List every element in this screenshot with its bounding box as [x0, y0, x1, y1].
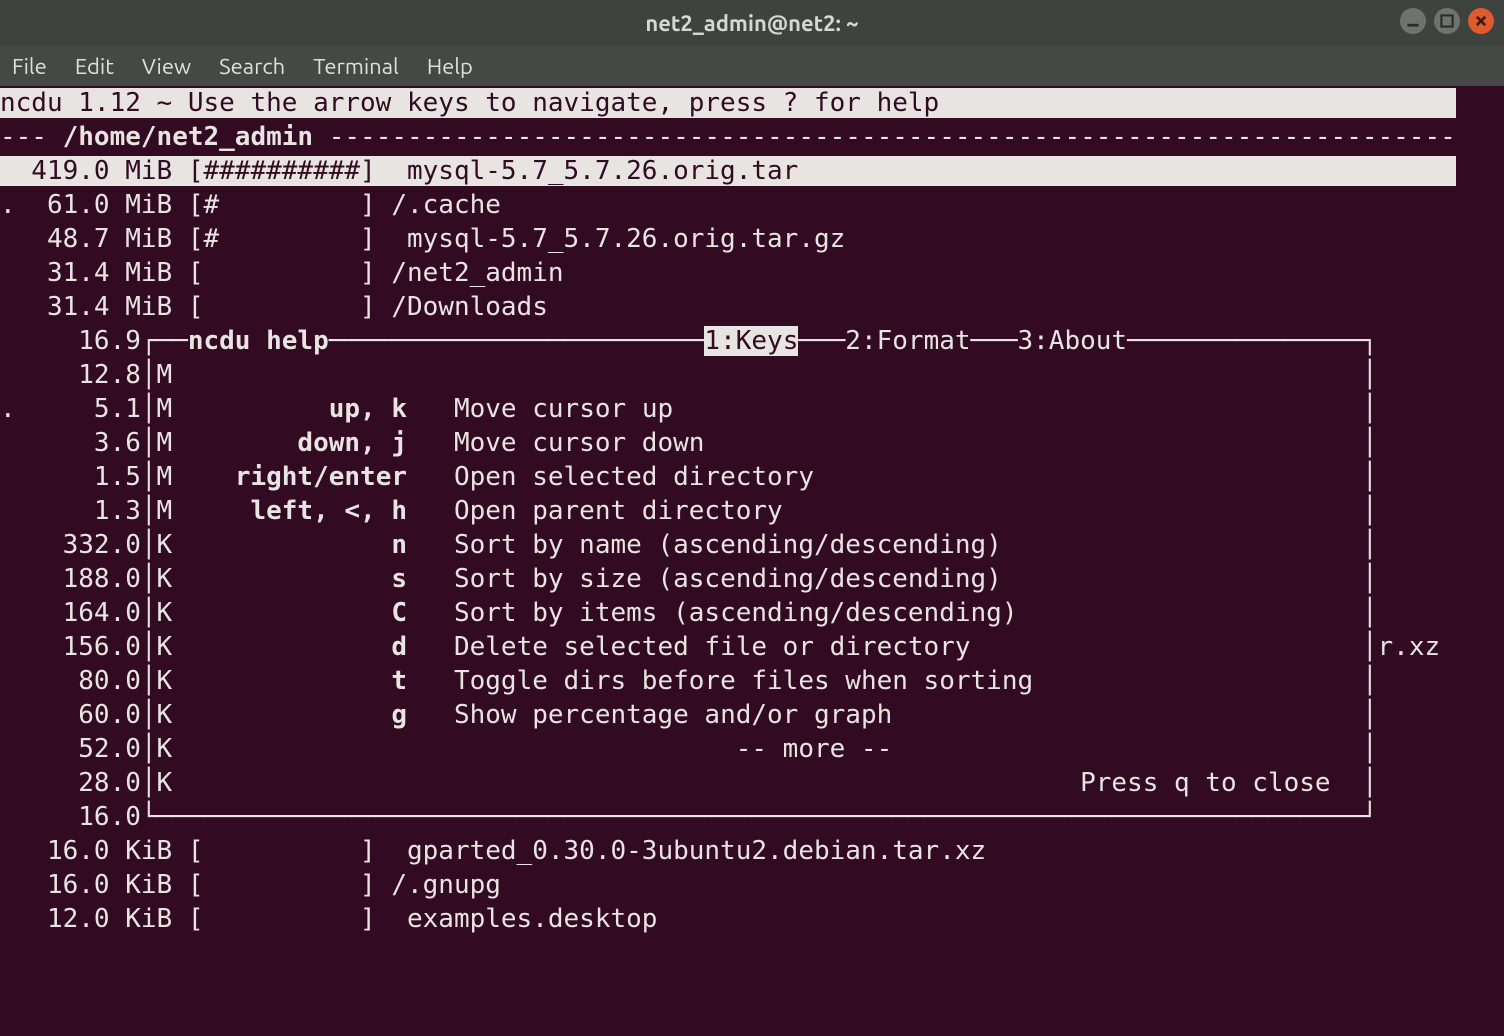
minimize-button[interactable]: [1400, 8, 1426, 34]
menu-help[interactable]: Help: [427, 54, 473, 79]
maximize-button[interactable]: [1434, 8, 1460, 34]
menu-search[interactable]: Search: [219, 54, 285, 79]
window-title: net2_admin@net2: ~: [645, 11, 858, 36]
close-button[interactable]: [1468, 8, 1494, 34]
menu-terminal[interactable]: Terminal: [313, 54, 399, 79]
menu-view[interactable]: View: [142, 54, 191, 79]
window-controls: [1400, 8, 1494, 34]
menu-edit[interactable]: Edit: [75, 54, 114, 79]
terminal-window: net2_admin@net2: ~ File Edit View Search…: [0, 0, 1504, 1036]
menu-file[interactable]: File: [12, 54, 47, 79]
terminal-output[interactable]: ncdu 1.12 ~ Use the arrow keys to naviga…: [0, 86, 1504, 1036]
window-titlebar: net2_admin@net2: ~: [0, 0, 1504, 46]
menubar: File Edit View Search Terminal Help: [0, 46, 1504, 86]
